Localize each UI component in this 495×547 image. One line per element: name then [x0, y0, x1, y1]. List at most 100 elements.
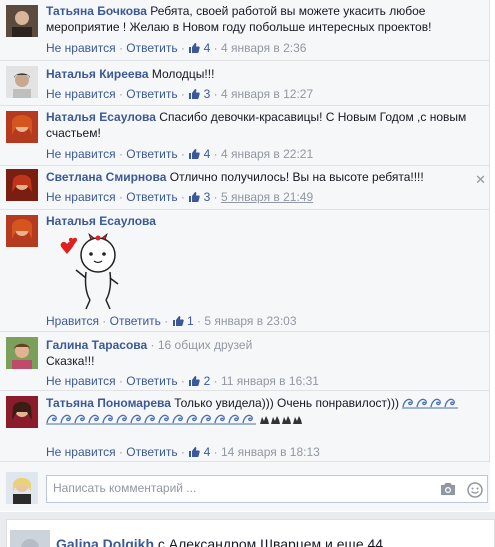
- comment-body: Наталья Есаулова Спасибо девочки-красави…: [46, 110, 478, 141]
- timestamp[interactable]: 5 января в 23:03: [204, 314, 296, 328]
- like-count[interactable]: 4: [204, 445, 211, 459]
- reply-link[interactable]: Ответить: [126, 190, 177, 204]
- timestamp[interactable]: 4 января в 22:21: [221, 147, 313, 161]
- like-count[interactable]: 4: [204, 147, 211, 161]
- comment-actions: Не нравится · Ответить · 4 · 4 января в …: [46, 147, 313, 163]
- avatar[interactable]: [6, 337, 38, 369]
- separator: ·: [118, 190, 123, 204]
- wave-emoji-icon: [116, 414, 130, 424]
- sticker-icon: [54, 230, 129, 312]
- reply-link[interactable]: Ответить: [126, 41, 177, 55]
- comment: Наталья Есаулова Нравится · Ответить · 1…: [0, 209, 490, 331]
- reply-link[interactable]: Ответить: [126, 147, 177, 161]
- thumbs-up-icon[interactable]: [172, 315, 184, 330]
- like-link[interactable]: Нравится: [46, 314, 99, 328]
- timestamp[interactable]: 4 января в 2:36: [221, 41, 306, 55]
- separator: ·: [118, 147, 123, 161]
- smile-icon[interactable]: [467, 482, 483, 501]
- thumbs-up-icon[interactable]: [188, 191, 201, 206]
- separator: ·: [213, 147, 218, 161]
- clap-emoji-icon: [260, 415, 270, 424]
- mutual-friends[interactable]: 16 общих друзей: [158, 338, 252, 352]
- comment-author[interactable]: Татьяна Пономарева: [46, 396, 171, 410]
- wave-emoji-icon: [158, 414, 172, 424]
- timestamp[interactable]: 14 января в 18:13: [221, 445, 320, 459]
- comment-author[interactable]: Галина Тарасова: [46, 338, 147, 352]
- separator: ·: [213, 87, 218, 101]
- like-count[interactable]: 1: [187, 314, 194, 328]
- avatar[interactable]: [6, 169, 38, 201]
- unlike-link[interactable]: Не нравится: [46, 147, 116, 161]
- wave-emoji-icon: [172, 414, 186, 424]
- avatar[interactable]: [6, 66, 38, 98]
- unlike-link[interactable]: Не нравится: [46, 374, 116, 388]
- reply-link[interactable]: Ответить: [126, 445, 177, 459]
- avatar[interactable]: [6, 215, 38, 247]
- post-header: Galina Dolgikh с Александром Шварцем и е…: [56, 536, 383, 547]
- separator: ·: [180, 147, 185, 161]
- comments-panel: Татьяна Бочкова Ребята, своей работой вы…: [0, 0, 490, 511]
- separator: ·: [118, 374, 123, 388]
- post-header-text: с Александром Шварцем и еще 44: [157, 536, 384, 547]
- wave-emoji-icon: [130, 414, 144, 424]
- comment-author[interactable]: Наталья Киреева: [46, 67, 149, 81]
- comment: Светлана Смирнова Отлично получилось! Вы…: [0, 165, 490, 209]
- wave-emoji-icon: [402, 398, 417, 409]
- comment: Татьяна Бочкова Ребята, своей работой вы…: [0, 0, 490, 60]
- comment-text: Только увидела))) Очень понравилост))): [174, 396, 400, 410]
- avatar[interactable]: [10, 530, 50, 547]
- clap-emoji-row: [259, 412, 303, 426]
- like-count[interactable]: 3: [204, 87, 211, 101]
- clap-emoji-icon: [282, 415, 292, 424]
- timestamp[interactable]: 4 января в 12:27: [221, 87, 313, 101]
- reply-link[interactable]: Ответить: [126, 87, 177, 101]
- comment: Татьяна Пономарева Только увидела))) Оче…: [0, 390, 490, 461]
- next-post: Galina Dolgikh с Александром Шварцем и е…: [0, 512, 495, 547]
- thumbs-up-icon[interactable]: [188, 375, 201, 390]
- avatar[interactable]: [6, 5, 38, 37]
- separator: ·: [213, 190, 218, 204]
- separator: ·: [180, 374, 185, 388]
- comment-author[interactable]: Светлана Смирнова: [46, 170, 166, 184]
- comment: Наталья Есаулова Спасибо девочки-красави…: [0, 105, 490, 165]
- wave-emoji-icon: [88, 414, 102, 424]
- comment-actions: Не нравится · Ответить · 4 · 14 января в…: [46, 445, 320, 461]
- comment-actions: Не нравится · Ответить · 3 · 4 января в …: [46, 87, 313, 103]
- thumbs-up-icon[interactable]: [188, 88, 201, 103]
- post-author[interactable]: Galina Dolgikh: [56, 536, 154, 547]
- comment-author[interactable]: Наталья Есаулова: [46, 110, 156, 124]
- wave-emoji-icon: [102, 414, 116, 424]
- unlike-link[interactable]: Не нравится: [46, 87, 116, 101]
- like-count[interactable]: 2: [204, 374, 211, 388]
- wave-emoji-row: [46, 412, 256, 426]
- comment-author[interactable]: Наталья Есаулова: [46, 214, 156, 228]
- comment-body: Галина Тарасова · 16 общих друзей Сказка…: [46, 338, 478, 369]
- like-count[interactable]: 4: [204, 41, 211, 55]
- wave-emoji-icon: [74, 414, 88, 424]
- comment-body: Наталья Есаулова: [46, 214, 478, 230]
- thumbs-up-icon[interactable]: [188, 446, 201, 461]
- comment-input[interactable]: Написать комментарий ...: [46, 475, 488, 503]
- like-count[interactable]: 3: [204, 190, 211, 204]
- reply-link[interactable]: Ответить: [126, 374, 177, 388]
- unlike-link[interactable]: Не нравится: [46, 190, 116, 204]
- thumbs-up-icon[interactable]: [188, 148, 201, 163]
- comment-actions: Не нравится · Ответить · 3 · 5 января в …: [46, 190, 313, 206]
- comment-text: Сказка!!!: [46, 353, 95, 368]
- comment-author[interactable]: Татьяна Бочкова: [46, 4, 147, 18]
- separator: ·: [180, 41, 185, 55]
- camera-icon[interactable]: [440, 482, 456, 499]
- avatar[interactable]: [6, 396, 38, 428]
- unlike-link[interactable]: Не нравится: [46, 41, 116, 55]
- close-icon[interactable]: ✕: [475, 172, 486, 188]
- unlike-link[interactable]: Не нравится: [46, 445, 116, 459]
- reply-link[interactable]: Ответить: [110, 314, 161, 328]
- comment: Галина Тарасова · 16 общих друзей Сказка…: [0, 331, 490, 390]
- separator: ·: [118, 41, 123, 55]
- timestamp[interactable]: 5 января в 21:49: [221, 190, 313, 204]
- avatar[interactable]: [6, 111, 38, 143]
- wave-emoji-row: [402, 396, 459, 410]
- separator: ·: [213, 445, 218, 459]
- thumbs-up-icon[interactable]: [188, 42, 201, 57]
- timestamp[interactable]: 11 января в 16:31: [221, 374, 319, 388]
